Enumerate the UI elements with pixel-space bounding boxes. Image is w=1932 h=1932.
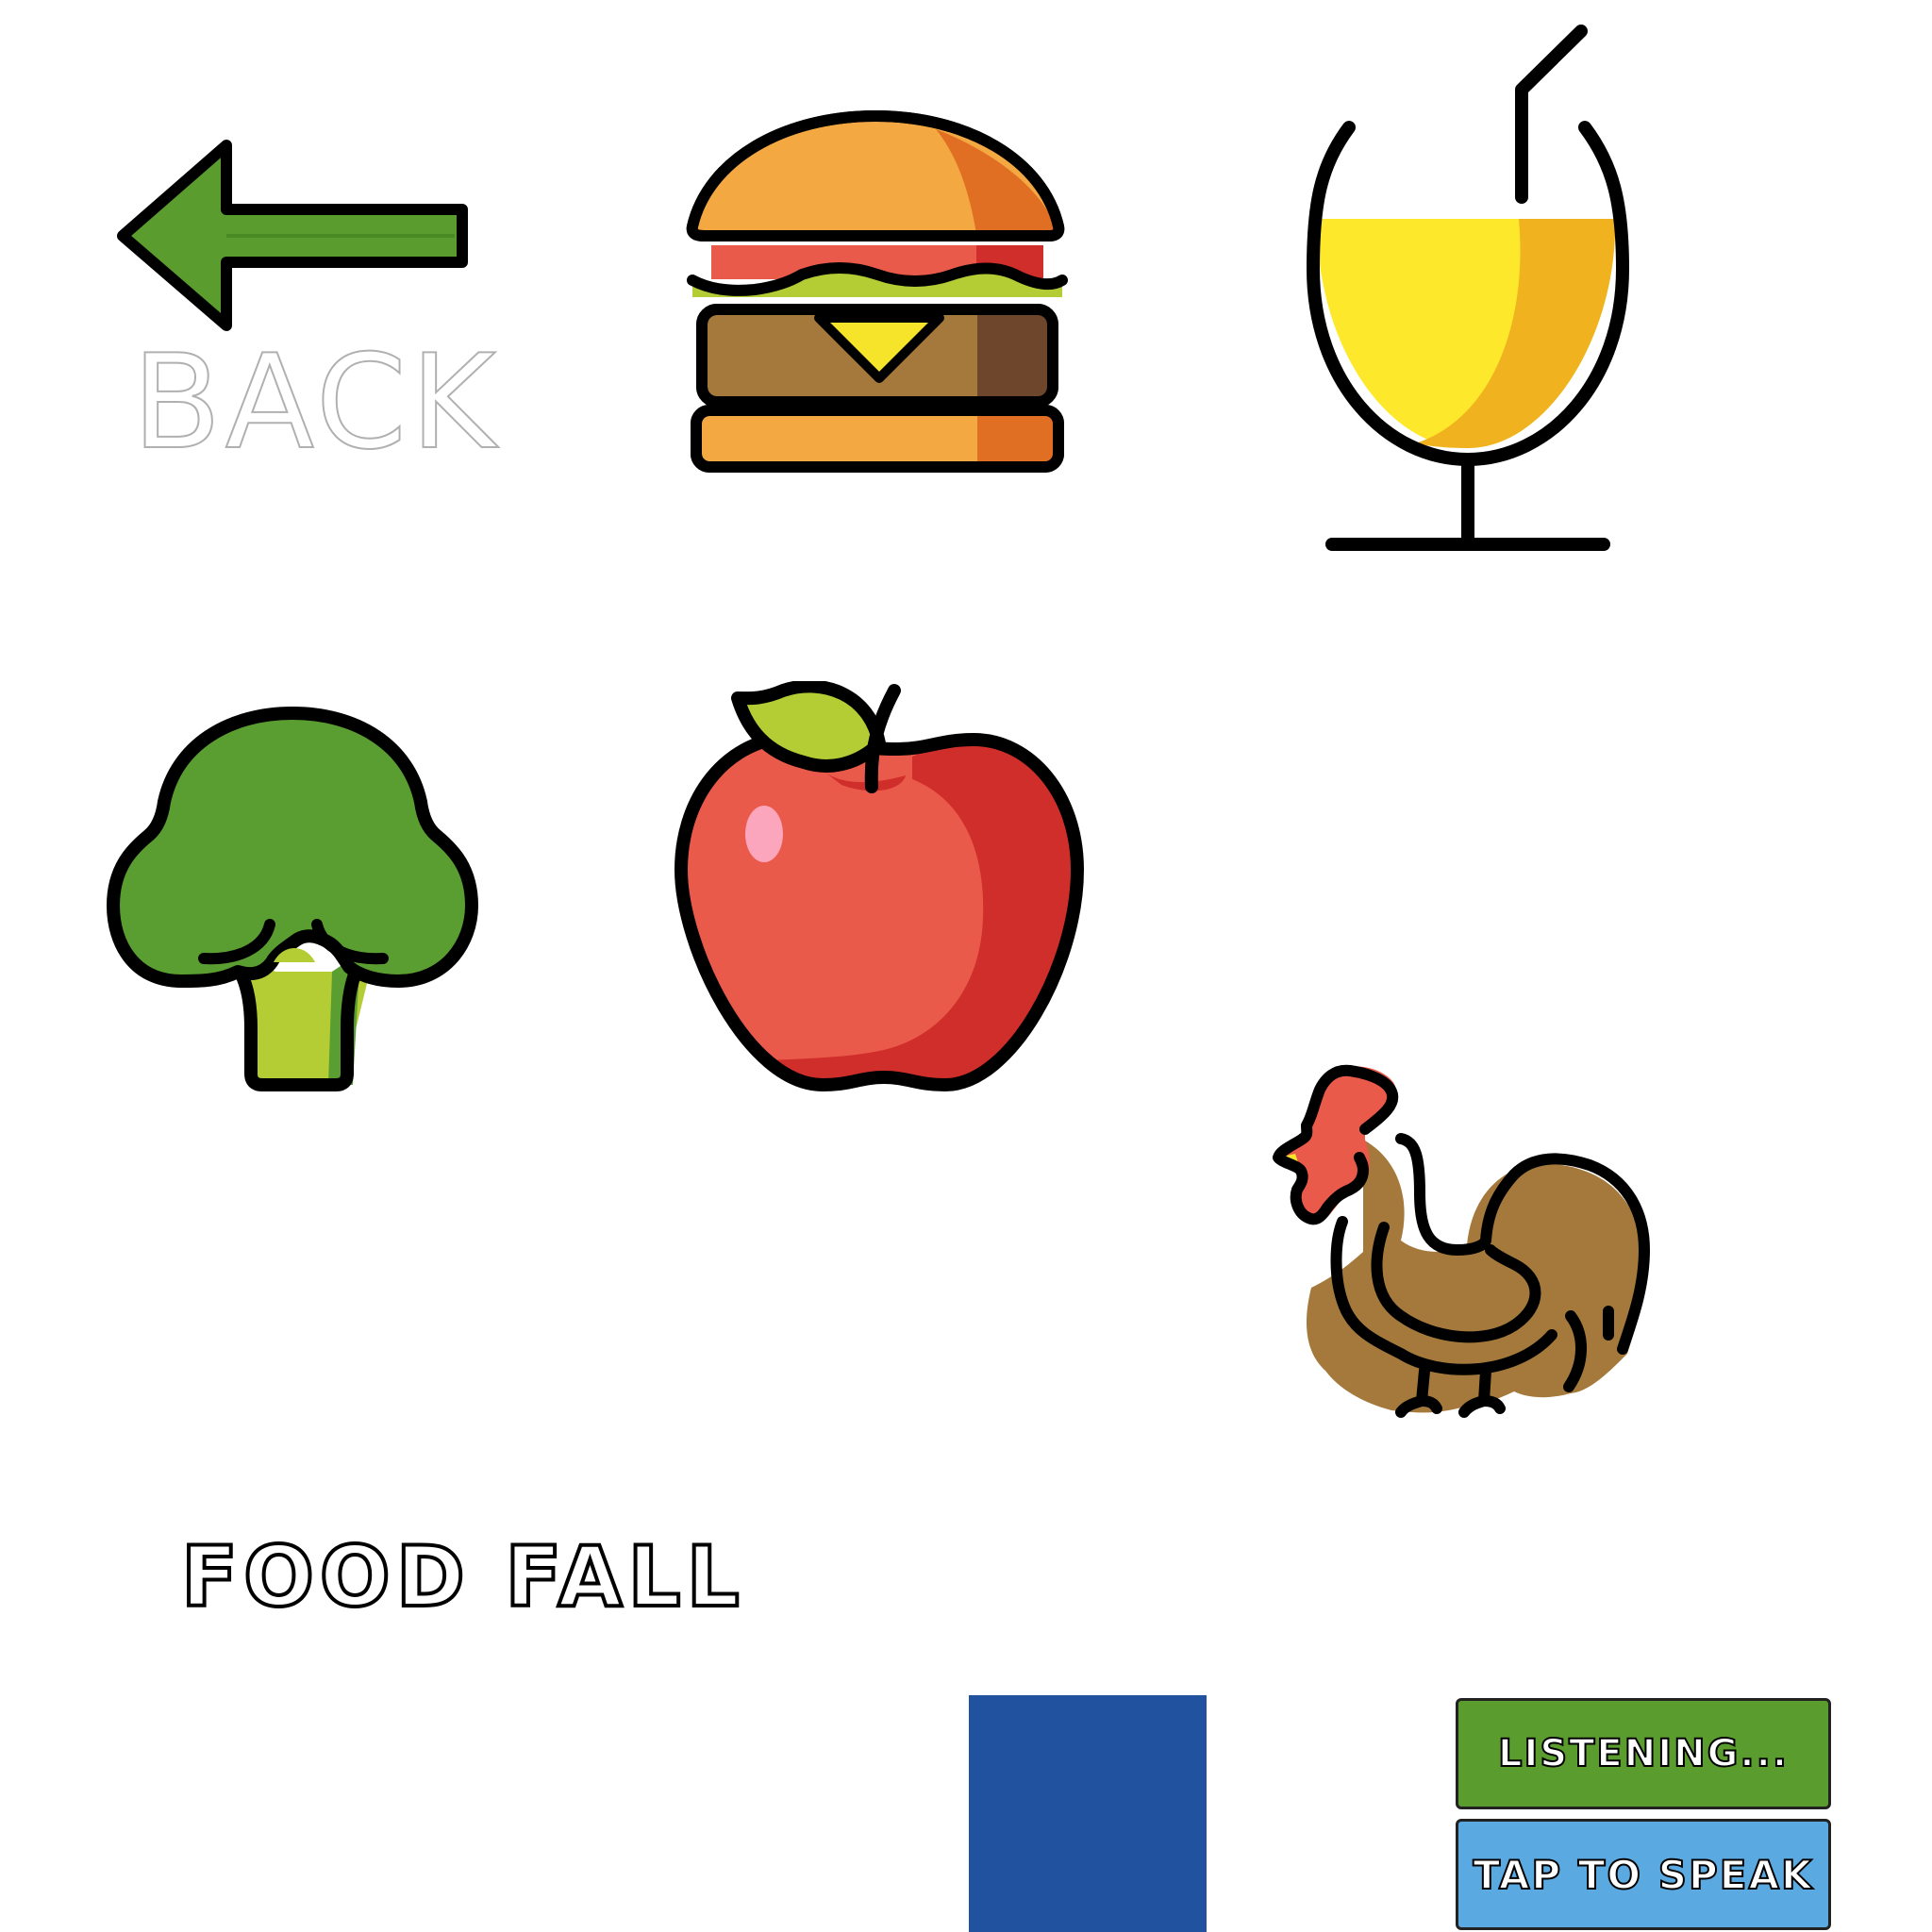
left-arrow-icon [117,140,468,331]
back-button[interactable]: BACK [104,132,497,469]
back-label: BACK [131,326,500,478]
tap-to-speak-button[interactable]: TAP TO SPEAK [1456,1819,1831,1930]
game-title: FOOD FALL [179,1528,745,1625]
juice-glass-icon[interactable] [1292,24,1641,561]
burger-icon[interactable] [679,108,1075,476]
chicken-icon[interactable] [1259,1052,1674,1476]
broccoli-icon[interactable] [106,660,483,1094]
listening-button[interactable]: LISTENING... [1456,1698,1831,1809]
apple-icon[interactable] [672,681,1087,1096]
catcher-block[interactable] [969,1695,1207,1932]
game-screen: BACK FOOD FALL LISTENING... TAP TO SPEAK [0,0,1932,1932]
